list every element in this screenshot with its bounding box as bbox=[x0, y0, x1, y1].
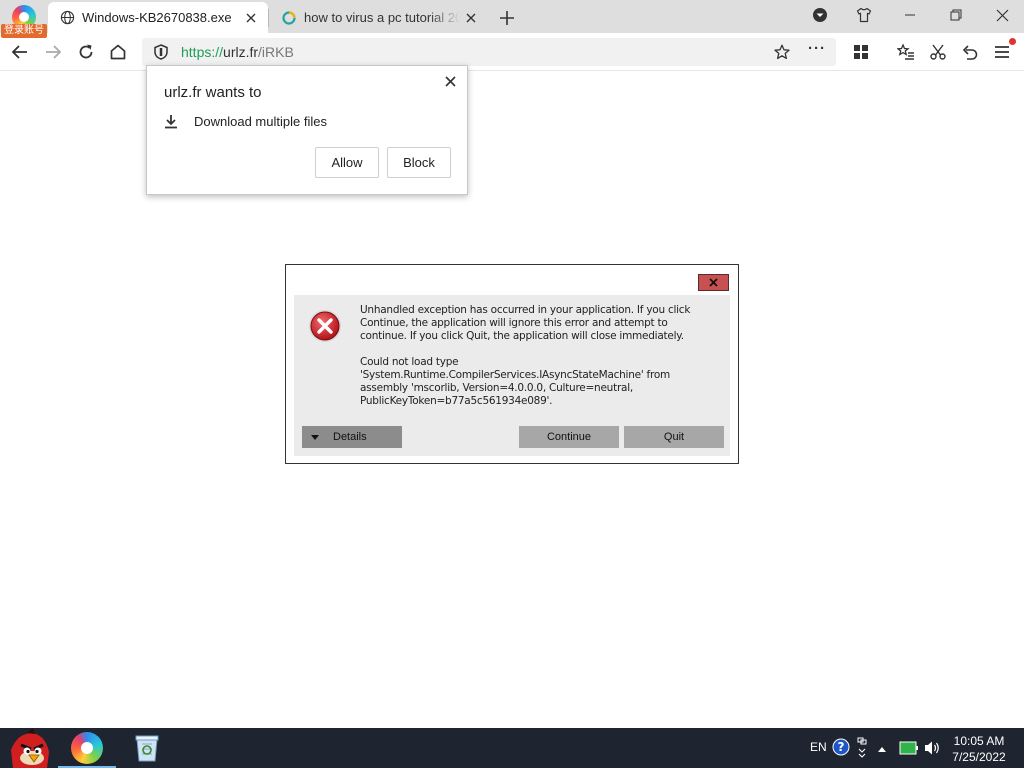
angry-bird-app[interactable] bbox=[0, 728, 58, 768]
tab-virus-tutorial[interactable]: how to virus a pc tutorial 2022 bbox=[270, 2, 488, 33]
block-button[interactable]: Block bbox=[387, 147, 451, 178]
details-label: Details bbox=[333, 431, 367, 443]
dialog-body: Unhandled exception has occurred in your… bbox=[294, 295, 730, 456]
loading-icon bbox=[281, 10, 297, 26]
error-detail: Could not load type 'System.Runtime.Comp… bbox=[360, 356, 670, 407]
dialog-close-button[interactable] bbox=[698, 274, 729, 291]
browser-icon bbox=[71, 732, 103, 764]
favorites-button[interactable] bbox=[891, 37, 921, 67]
close-icon bbox=[996, 9, 1008, 21]
browser-app[interactable] bbox=[58, 728, 116, 768]
error-icon bbox=[309, 310, 341, 342]
grid-icon bbox=[854, 45, 868, 59]
error-message: Unhandled exception has occurred in your… bbox=[360, 304, 710, 408]
minimize-icon bbox=[905, 14, 915, 16]
skin-button[interactable] bbox=[849, 0, 879, 30]
pen-input-icon[interactable] bbox=[855, 736, 869, 760]
reload-button[interactable] bbox=[71, 37, 101, 67]
recycle-bin-icon bbox=[135, 735, 159, 762]
details-button[interactable]: Details bbox=[302, 426, 402, 448]
popup-title: urlz.fr wants to bbox=[164, 84, 262, 101]
new-tab-button[interactable] bbox=[494, 5, 520, 31]
permission-request: Download multiple files bbox=[164, 114, 327, 129]
hamburger-icon bbox=[995, 46, 1009, 58]
download-icon bbox=[164, 114, 178, 129]
apps-button[interactable] bbox=[846, 37, 876, 67]
download-permission-popup: urlz.fr wants to Download multiple files… bbox=[146, 65, 468, 195]
undo-close-button[interactable] bbox=[955, 37, 985, 67]
arrow-left-icon bbox=[11, 45, 27, 59]
back-button[interactable] bbox=[5, 37, 35, 67]
recycle-bin-app[interactable] bbox=[118, 728, 176, 768]
battery-icon[interactable] bbox=[899, 741, 919, 755]
screenshot-button[interactable] bbox=[923, 37, 953, 67]
restore-button[interactable] bbox=[941, 0, 971, 30]
error-summary: Unhandled exception has occurred in your… bbox=[360, 304, 691, 342]
scissors-icon bbox=[930, 44, 946, 60]
clock-time: 10:05 AM bbox=[953, 734, 1005, 748]
favorites-icon bbox=[897, 43, 914, 60]
globe-icon bbox=[59, 10, 75, 26]
account-menu-button[interactable] bbox=[805, 0, 835, 30]
tab-close-icon[interactable] bbox=[240, 7, 262, 29]
angry-bird-icon bbox=[11, 728, 49, 768]
undo-icon bbox=[962, 45, 978, 60]
shirt-icon bbox=[856, 7, 872, 23]
plus-icon bbox=[500, 11, 514, 25]
more-options-icon[interactable]: ··· bbox=[808, 40, 826, 57]
exception-dialog: Unhandled exception has occurred in your… bbox=[285, 264, 739, 464]
reload-icon bbox=[79, 44, 93, 59]
allow-button[interactable]: Allow bbox=[315, 147, 379, 178]
volume-icon[interactable] bbox=[923, 740, 941, 756]
system-clock[interactable]: 10:05 AM 7/25/2022 bbox=[944, 733, 1014, 765]
url-text[interactable]: https://urlz.fr/iRKB bbox=[181, 44, 294, 60]
address-bar[interactable]: https://urlz.fr/iRKB ··· bbox=[142, 38, 836, 66]
clock-date: 7/25/2022 bbox=[952, 750, 1006, 764]
tab-title: how to virus a pc tutorial 2022 bbox=[304, 10, 460, 25]
forward-button[interactable] bbox=[38, 37, 68, 67]
tab-separator bbox=[268, 9, 269, 27]
close-window-button[interactable] bbox=[987, 0, 1017, 30]
close-icon bbox=[709, 278, 718, 287]
svg-text:?: ? bbox=[838, 740, 845, 754]
permission-label: Download multiple files bbox=[194, 114, 327, 129]
help-icon[interactable]: ? bbox=[832, 738, 850, 756]
arrow-right-icon bbox=[46, 45, 62, 59]
show-hidden-icons[interactable] bbox=[876, 742, 888, 754]
home-icon bbox=[110, 44, 126, 60]
notification-dot bbox=[1009, 38, 1016, 45]
dropdown-circle-icon bbox=[813, 8, 827, 22]
minimize-button[interactable] bbox=[895, 0, 925, 30]
taskbar: EN ? 10:05 AM 7/25/2022 bbox=[0, 728, 1024, 768]
star-icon[interactable] bbox=[772, 42, 792, 62]
restore-icon bbox=[950, 9, 962, 21]
tab-title: Windows-KB2670838.exe bbox=[82, 10, 232, 25]
browser-logo[interactable]: 登录账号 bbox=[0, 0, 48, 39]
desktop-screen: 登录账号 Windows-KB2670838.exe how to virus … bbox=[0, 0, 1024, 768]
language-indicator[interactable]: EN bbox=[810, 740, 827, 754]
quit-button[interactable]: Quit bbox=[624, 426, 724, 448]
home-button[interactable] bbox=[103, 37, 133, 67]
shield-icon[interactable] bbox=[152, 43, 170, 61]
tab-strip: 登录账号 Windows-KB2670838.exe how to virus … bbox=[0, 0, 1024, 38]
login-badge[interactable]: 登录账号 bbox=[1, 24, 47, 38]
caret-down-icon bbox=[311, 434, 319, 440]
tab-close-icon[interactable] bbox=[460, 7, 482, 29]
tab-windows-kb[interactable]: Windows-KB2670838.exe bbox=[48, 2, 268, 33]
popup-close-icon[interactable] bbox=[441, 72, 459, 90]
continue-button[interactable]: Continue bbox=[519, 426, 619, 448]
